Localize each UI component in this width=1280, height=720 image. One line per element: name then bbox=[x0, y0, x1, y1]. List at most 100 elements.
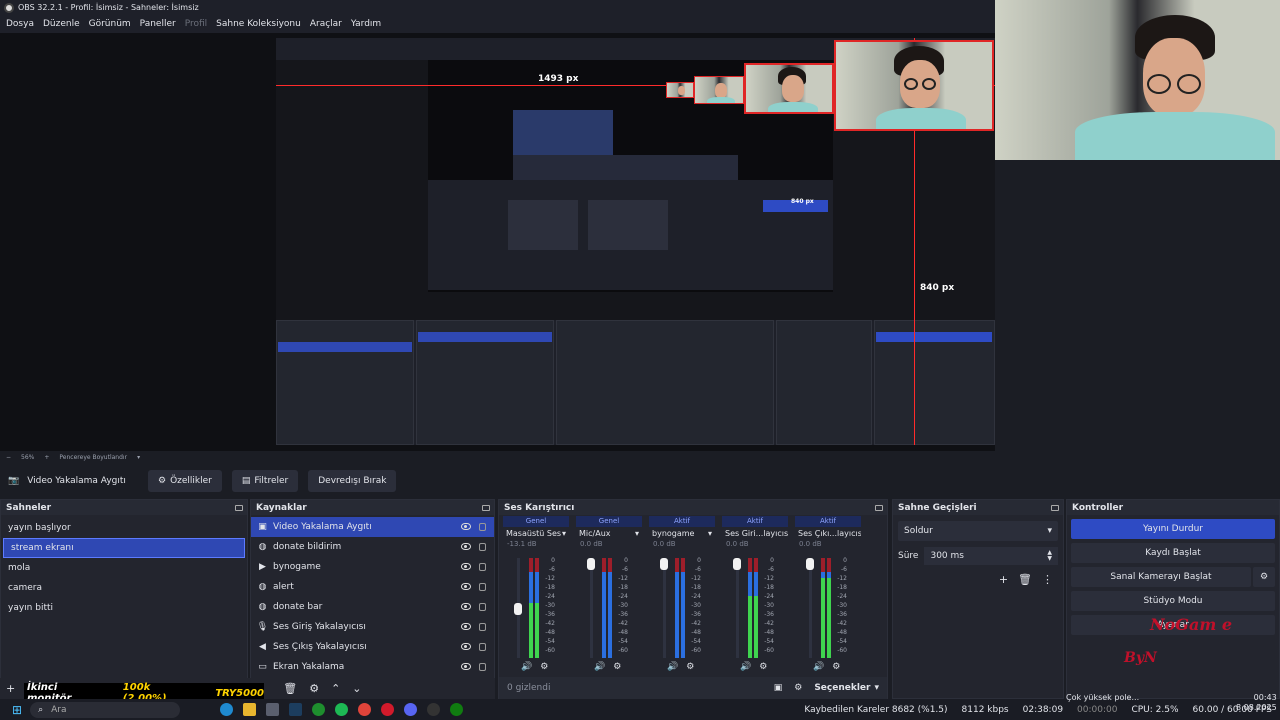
menu-araclar[interactable]: Araçlar bbox=[310, 19, 342, 29]
volume-knob[interactable] bbox=[514, 603, 522, 615]
zoom-out-icon[interactable]: − bbox=[6, 454, 11, 461]
source-item[interactable]: ◍ alert bbox=[251, 577, 494, 597]
chevron-down-icon[interactable]: ▾ bbox=[562, 529, 566, 538]
resize-to-window[interactable]: Pencereye Boyutlandır bbox=[59, 454, 127, 461]
volume-knob[interactable] bbox=[660, 558, 668, 570]
chevron-down-icon[interactable]: ▾ bbox=[708, 529, 712, 538]
volume-knob[interactable] bbox=[806, 558, 814, 570]
undock-icon[interactable] bbox=[875, 504, 883, 511]
lock-icon[interactable] bbox=[479, 663, 486, 671]
speaker-icon[interactable]: 🔊 bbox=[521, 662, 532, 672]
eye-icon[interactable] bbox=[461, 663, 471, 670]
menu-paneller[interactable]: Paneller bbox=[140, 19, 176, 29]
chrome-icon[interactable] bbox=[358, 703, 372, 716]
source-item[interactable]: ▶ bynogame bbox=[251, 557, 494, 577]
source-item[interactable]: ◀ Ses Çıkış Yakalayıcısı bbox=[251, 637, 494, 657]
move-up-icon[interactable]: ⌃ bbox=[331, 682, 340, 695]
spotify-icon[interactable] bbox=[335, 703, 349, 716]
chevron-down-icon[interactable]: ▾ bbox=[874, 683, 879, 693]
source-item[interactable]: ▭ Ekran Yakalama bbox=[251, 657, 494, 677]
store-icon[interactable] bbox=[266, 703, 280, 716]
lock-icon[interactable] bbox=[479, 523, 486, 531]
obs-taskbar-icon[interactable] bbox=[427, 703, 441, 716]
speaker-icon[interactable]: 🔊 bbox=[667, 662, 678, 672]
chevron-down-icon[interactable]: ▾ bbox=[635, 529, 639, 538]
volume-slider[interactable] bbox=[736, 558, 739, 658]
mixer-options[interactable]: Seçenekler bbox=[814, 683, 870, 693]
speaker-icon[interactable]: 🔊 bbox=[813, 662, 824, 672]
volume-knob[interactable] bbox=[733, 558, 741, 570]
virtual-camera-settings-icon[interactable]: ⚙ bbox=[1253, 567, 1275, 587]
add-transition-icon[interactable]: + bbox=[999, 573, 1008, 586]
undock-icon[interactable] bbox=[1051, 504, 1059, 511]
volume-slider[interactable] bbox=[590, 558, 593, 658]
volume-slider[interactable] bbox=[809, 558, 812, 658]
transition-select[interactable]: Soldur ▾ bbox=[898, 521, 1058, 541]
gear-icon[interactable]: ⚙ bbox=[613, 662, 621, 672]
menu-dosya[interactable]: Dosya bbox=[6, 19, 34, 29]
taskbar-search[interactable]: ⌕ Ara bbox=[30, 701, 181, 718]
deactivate-button[interactable]: Devredışı Bırak bbox=[308, 470, 397, 492]
program-preview[interactable]: 1493 px 840 px 840 px bbox=[276, 38, 995, 445]
scene-item[interactable]: yayın başlıyor bbox=[1, 518, 247, 538]
source-item[interactable]: 🎙 Ses Giriş Yakalayıcısı bbox=[251, 617, 494, 637]
virtual-camera-button[interactable]: Sanal Kamerayı Başlat bbox=[1071, 567, 1251, 587]
layout-icon[interactable]: ▣ bbox=[774, 683, 783, 693]
lock-icon[interactable] bbox=[479, 623, 486, 631]
lock-icon[interactable] bbox=[479, 543, 486, 551]
menu-profil[interactable]: Profil bbox=[185, 19, 207, 29]
more-icon[interactable]: ⋮ bbox=[1042, 573, 1053, 586]
lock-icon[interactable] bbox=[479, 603, 486, 611]
eye-icon[interactable] bbox=[461, 543, 471, 550]
xbox-icon[interactable] bbox=[312, 703, 326, 716]
lock-icon[interactable] bbox=[479, 583, 486, 591]
chevron-down-icon[interactable]: ▾ bbox=[137, 454, 140, 461]
lock-icon[interactable] bbox=[479, 643, 486, 651]
eye-icon[interactable] bbox=[461, 523, 471, 530]
gear-icon[interactable]: ⚙ bbox=[540, 662, 548, 672]
steam-icon[interactable] bbox=[289, 703, 303, 716]
start-record-button[interactable]: Kaydı Başlat bbox=[1071, 543, 1275, 563]
stepper-icon[interactable]: ▲ ▼ bbox=[1047, 550, 1052, 562]
stop-stream-button[interactable]: Yayını Durdur bbox=[1071, 519, 1275, 539]
menu-gorunum[interactable]: Görünüm bbox=[89, 19, 131, 29]
gear-icon[interactable]: ⚙ bbox=[686, 662, 694, 672]
duration-input[interactable]: 300 ms ▲ ▼ bbox=[924, 547, 1058, 565]
eye-icon[interactable] bbox=[461, 583, 471, 590]
filters-button[interactable]: ▤ Filtreler bbox=[231, 470, 299, 492]
xbox-app-icon[interactable] bbox=[450, 703, 464, 716]
eye-icon[interactable] bbox=[461, 643, 471, 650]
studio-mode-button[interactable]: Stüdyo Modu bbox=[1071, 591, 1275, 611]
menu-duzenle[interactable]: Düzenle bbox=[43, 19, 80, 29]
windows-start-icon[interactable]: ⊞ bbox=[12, 703, 22, 717]
menu-sahne-koleksiyonu[interactable]: Sahne Koleksiyonu bbox=[216, 19, 301, 29]
gear-icon[interactable]: ⚙ bbox=[832, 662, 840, 672]
scene-item[interactable]: mola bbox=[1, 558, 247, 578]
scene-item[interactable]: yayın bitti bbox=[1, 598, 247, 618]
volume-slider[interactable] bbox=[663, 558, 666, 658]
trash-icon[interactable]: 🗑 bbox=[1018, 573, 1032, 586]
move-down-icon[interactable]: ⌄ bbox=[352, 682, 361, 695]
source-item[interactable]: ▣ Video Yakalama Aygıtı bbox=[251, 517, 494, 537]
scene-item[interactable]: camera bbox=[1, 578, 247, 598]
strip-name[interactable]: bynogame ▾ bbox=[649, 527, 715, 540]
opera-icon[interactable] bbox=[381, 703, 395, 716]
eye-icon[interactable] bbox=[461, 563, 471, 570]
strip-name[interactable]: Mic/Aux ▾ bbox=[576, 527, 642, 540]
eye-icon[interactable] bbox=[461, 623, 471, 630]
gear-icon[interactable]: ⚙ bbox=[759, 662, 767, 672]
strip-name[interactable]: Masaüstü Ses ▾ bbox=[503, 527, 569, 540]
settings-icon[interactable]: ⚙ bbox=[794, 683, 802, 693]
add-scene-icon[interactable]: + bbox=[6, 682, 15, 695]
discord-icon[interactable] bbox=[404, 703, 418, 716]
volume-knob[interactable] bbox=[587, 558, 595, 570]
undock-icon[interactable] bbox=[482, 504, 490, 511]
folder-icon[interactable] bbox=[243, 703, 257, 716]
speaker-icon[interactable]: 🔊 bbox=[740, 662, 751, 672]
speaker-icon[interactable]: 🔊 bbox=[594, 662, 605, 672]
strip-name[interactable]: Ses Giri...layıcısı▾ bbox=[722, 527, 788, 540]
strip-name[interactable]: Ses Çıkı...layıcısı▾ bbox=[795, 527, 861, 540]
source-item[interactable]: ◍ donate bar bbox=[251, 597, 494, 617]
zoom-level[interactable]: 56% bbox=[21, 454, 34, 461]
eye-icon[interactable] bbox=[461, 603, 471, 610]
